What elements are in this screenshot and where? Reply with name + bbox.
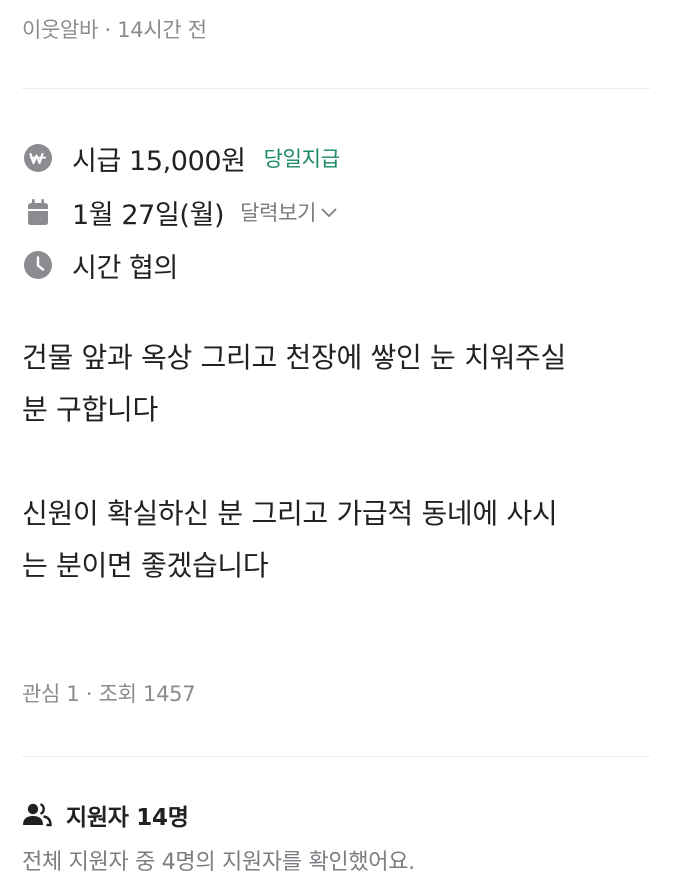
description-line: 신원이 확실하신 분 그리고 가급적 동네에 사시 <box>22 497 558 530</box>
meta-separator: · <box>98 18 118 42</box>
same-day-pay-badge: 당일지급 <box>263 147 340 171</box>
divider <box>22 756 650 757</box>
clock-icon <box>22 249 54 281</box>
calendar-view-link[interactable]: 달력보기 <box>240 197 338 227</box>
divider <box>22 88 650 89</box>
description-line: 분 구합니다 <box>22 393 158 426</box>
wage-row: 시급 15,000원 당일지급 <box>22 138 340 178</box>
description-line: 는 분이면 좋겠습니다 <box>22 549 269 582</box>
interest-view-stats: 관심 1 · 조회 1457 <box>22 682 196 706</box>
post-category[interactable]: 이웃알바 <box>22 18 98 42</box>
wage-text: 시급 15,000원 <box>72 145 246 177</box>
applicants-header: 지원자 14명 <box>22 798 189 832</box>
calendar-icon <box>22 196 54 228</box>
time-text: 시간 협의 <box>72 252 178 284</box>
chevron-down-icon <box>321 208 337 218</box>
description-paragraph-1: 건물 앞과 옥상 그리고 천장에 쌓인 눈 치워주실 분 구합니다 <box>22 332 652 436</box>
people-icon <box>22 799 52 831</box>
posted-time: 14시간 전 <box>117 18 207 42</box>
date-row: 1월 27일(월) 달력보기 <box>22 192 338 232</box>
won-icon <box>22 142 54 174</box>
description-line: 건물 앞과 옥상 그리고 천장에 쌓인 눈 치워주실 <box>22 341 566 374</box>
calendar-view-label: 달력보기 <box>240 201 317 225</box>
time-row: 시간 협의 <box>22 245 178 285</box>
applicants-review-note: 전체 지원자 중 4명의 지원자를 확인했어요. <box>22 850 415 875</box>
job-post-detail: 이웃알바 · 14시간 전 시급 15,000원 당일지급 1월 27일(월) … <box>0 0 680 893</box>
description-paragraph-2: 신원이 확실하신 분 그리고 가급적 동네에 사시 는 분이면 좋겠습니다 <box>22 488 652 592</box>
date-text: 1월 27일(월) <box>72 199 225 231</box>
applicants-count: 지원자 14명 <box>66 805 189 831</box>
post-meta: 이웃알바 · 14시간 전 <box>22 14 207 44</box>
